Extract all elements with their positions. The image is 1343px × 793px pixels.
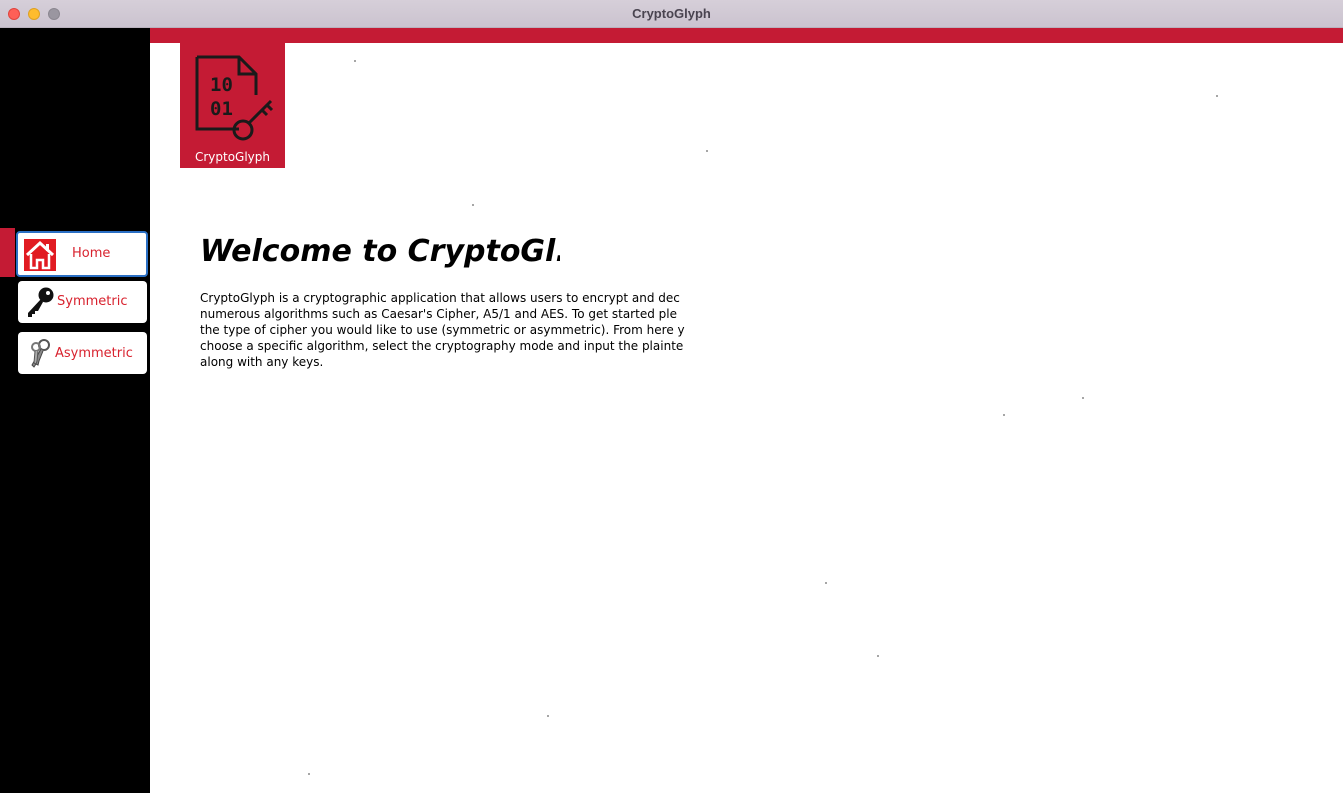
logo-digits-top: 10 xyxy=(210,74,233,96)
background-speck xyxy=(354,60,356,62)
header-accent-bar xyxy=(150,28,1343,43)
sidebar-item-label: Home xyxy=(72,246,111,261)
page-title: Welcome to CryptoGl... xyxy=(200,234,560,269)
description-line: numerous algorithms such as Caesar's Cip… xyxy=(200,307,677,321)
background-speck xyxy=(1003,414,1005,416)
background-speck xyxy=(1216,95,1218,97)
sidebar-item-symmetric[interactable]: Symmetric xyxy=(18,281,147,323)
sidebar-item-home[interactable]: Home xyxy=(16,231,148,277)
sidebar-item-asymmetric[interactable]: Asymmetric xyxy=(18,332,147,374)
background-speck xyxy=(547,715,549,717)
binary-file-key-icon: 10 01 xyxy=(195,55,274,141)
description-line: CryptoGlyph is a cryptographic applicati… xyxy=(200,291,680,305)
logo-text: CryptoGlyph xyxy=(194,150,271,164)
background-speck xyxy=(877,655,879,657)
logo-digits-bottom: 01 xyxy=(210,98,233,120)
sidebar: Home Symmetric Asymmetric xyxy=(0,28,150,793)
background-speck xyxy=(308,773,310,775)
home-icon xyxy=(24,239,56,271)
window-titlebar: CryptoGlyph xyxy=(0,0,1343,28)
sidebar-item-label: Asymmetric xyxy=(55,346,133,361)
description-line: along with any keys. xyxy=(200,355,324,369)
keys-pair-icon xyxy=(24,337,56,369)
sidebar-item-label: Symmetric xyxy=(57,294,128,309)
description-text: CryptoGlyph is a cryptographic applicati… xyxy=(200,290,701,370)
active-nav-indicator xyxy=(0,228,15,277)
window-title: CryptoGlyph xyxy=(632,6,711,21)
app-logo: 10 01 CryptoGlyph xyxy=(180,43,285,168)
background-speck xyxy=(825,582,827,584)
background-speck xyxy=(1082,397,1084,399)
description-line: choose a specific algorithm, select the … xyxy=(200,339,684,353)
background-speck xyxy=(706,150,708,152)
description-line: the type of cipher you would like to use… xyxy=(200,323,685,337)
background-speck xyxy=(472,204,474,206)
key-icon xyxy=(24,286,56,318)
